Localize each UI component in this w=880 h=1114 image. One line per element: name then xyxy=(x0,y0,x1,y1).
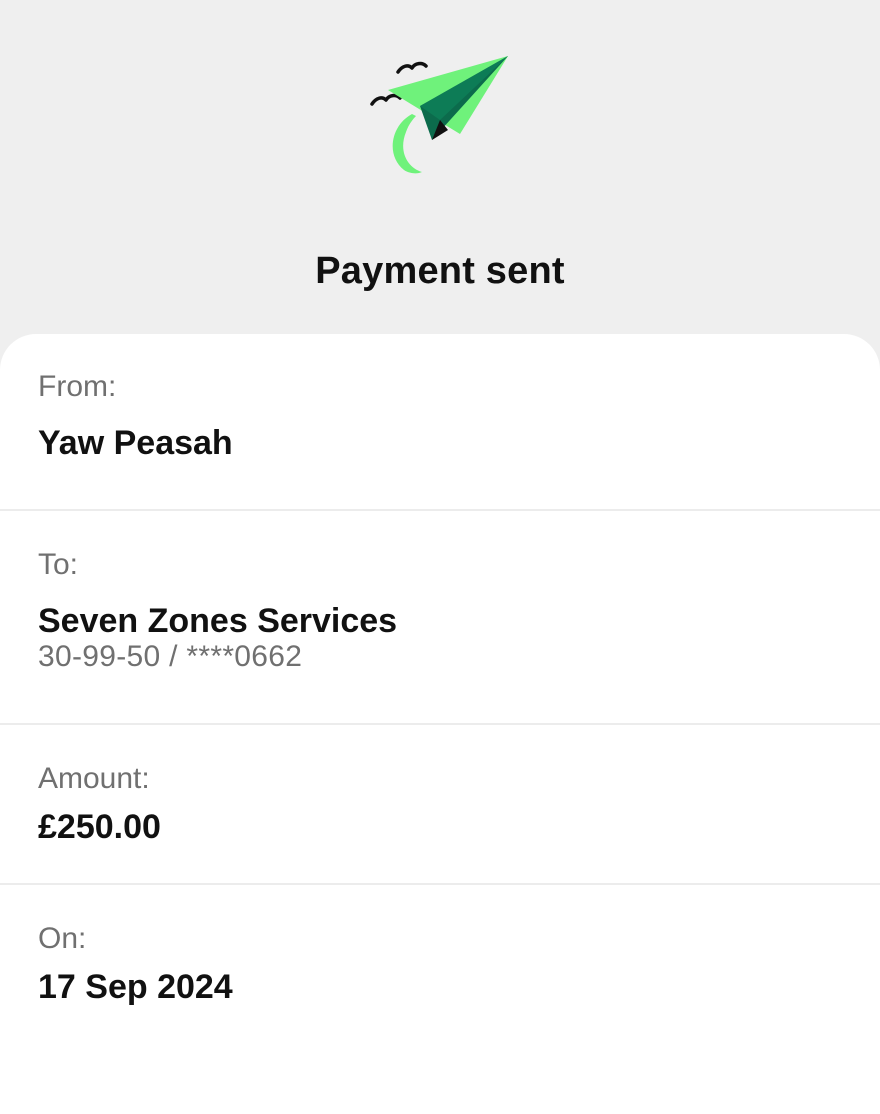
date-value: 17 Sep 2024 xyxy=(38,968,233,1006)
to-label: To: xyxy=(38,548,79,581)
divider xyxy=(0,883,880,885)
divider xyxy=(0,509,880,511)
page-title: Payment sent xyxy=(315,250,565,292)
amount-label: Amount: xyxy=(38,762,150,795)
header: Payment sent xyxy=(0,0,880,340)
to-account-number: 30-99-50 / ****0662 xyxy=(38,640,303,673)
date-label: On: xyxy=(38,922,87,955)
to-value: Seven Zones Services xyxy=(38,602,398,640)
payment-details-card: From: Yaw Peasah To: Seven Zones Service… xyxy=(0,334,880,1114)
paper-plane-with-birds-icon xyxy=(370,56,508,174)
divider xyxy=(0,723,880,725)
from-label: From: xyxy=(38,370,117,403)
amount-value: £250.00 xyxy=(38,808,161,846)
from-value: Yaw Peasah xyxy=(38,424,233,462)
